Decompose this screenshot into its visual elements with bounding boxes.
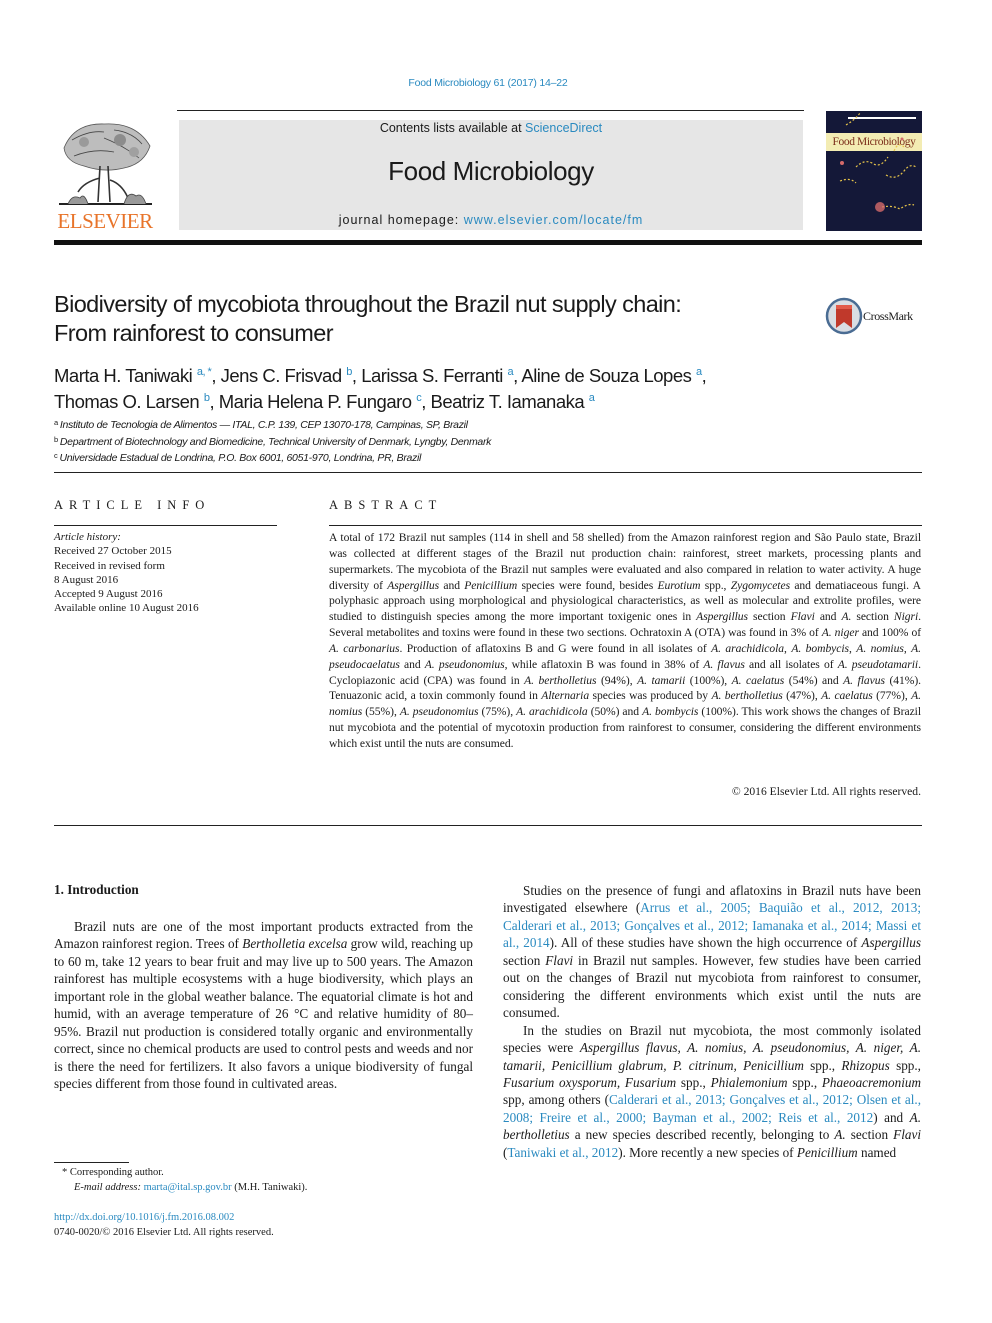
history-item: Accepted 9 August 2016 — [54, 588, 163, 601]
author-line-2: Thomas O. Larsen b, Maria Helena P. Fung… — [54, 387, 914, 413]
citation-link[interactable]: Taniwaki et al., 2012 — [507, 1145, 618, 1160]
author-name: Beatriz T. Iamanaka — [430, 391, 585, 412]
article-title: Biodiversity of mycobiota throughout the… — [54, 290, 794, 348]
sciencedirect-link[interactable]: ScienceDirect — [525, 121, 602, 135]
email-link[interactable]: marta@ital.sp.gov.br — [144, 1182, 232, 1193]
masthead: Contents lists available at ScienceDirec… — [179, 120, 803, 230]
history-item: Available online 10 August 2016 — [54, 602, 199, 615]
email-note: E-mail address: marta@ital.sp.gov.br (M.… — [74, 1182, 308, 1193]
author-name: Jens C. Frisvad — [220, 365, 343, 386]
contents-prefix: Contents lists available at — [379, 121, 526, 135]
abstract-copyright: © 2016 Elsevier Ltd. All rights reserved… — [731, 785, 921, 798]
author-separator: , — [211, 365, 221, 386]
article-info-heading: ARTICLE INFO — [54, 498, 211, 512]
author-name: Thomas O. Larsen — [54, 391, 200, 412]
abstract-rule — [329, 525, 922, 526]
history-item: Received in revised form — [54, 559, 165, 572]
journal-cover-image[interactable]: Food Microbiology — [826, 111, 922, 231]
affiliation-item: a Instituto de Tecnologia de Alimentos — … — [54, 416, 491, 433]
abstract-text: A total of 172 Brazil nut samples (114 i… — [329, 531, 922, 750]
affiliation-key: b — [54, 434, 58, 444]
corresponding-author-note: * Corresponding author. — [62, 1167, 164, 1178]
article-info-rule — [54, 525, 277, 526]
crossmark-button[interactable]: CrossMark — [825, 297, 925, 335]
author-list: Marta H. Taniwaki a, *, Jens C. Frisvad … — [54, 361, 914, 413]
affiliation-text: Universidade Estadual de Londrina, P.O. … — [59, 452, 422, 464]
journal-title: Food Microbiology — [388, 156, 594, 186]
masthead-thick-rule — [54, 240, 922, 245]
paragraph: Studies on the presence of fungi and afl… — [503, 883, 921, 1021]
affiliation-rule — [54, 472, 922, 473]
footnote-rule — [54, 1162, 129, 1163]
article-history-label: Article history: — [54, 531, 121, 543]
abstract-end-rule — [54, 825, 922, 826]
author-separator: , — [701, 365, 707, 386]
issn-line: 0740-0020/© 2016 Elsevier Ltd. All right… — [54, 1227, 274, 1238]
author-separator: , — [209, 391, 219, 412]
section-heading-introduction: 1. Introduction — [54, 882, 139, 897]
author-separator: , — [351, 365, 362, 386]
elsevier-wordmark: ELSEVIER — [57, 209, 153, 233]
journal-citation-link[interactable]: Food Microbiology 61 (2017) 14–22 — [0, 77, 976, 89]
body-column-right: Studies on the presence of fungi and afl… — [503, 882, 921, 1161]
article-title-line-2: From rainforest to consumer — [54, 320, 334, 346]
homepage-prefix: journal homepage: — [338, 213, 464, 227]
elsevier-logo[interactable]: ELSEVIER — [54, 118, 156, 234]
affiliation-key: a — [54, 418, 58, 427]
doi-link[interactable]: http://dx.doi.org/10.1016/j.fm.2016.08.0… — [54, 1212, 234, 1223]
paragraph: Brazil nuts are one of the most importan… — [54, 919, 473, 1092]
affiliations: a Instituto de Tecnologia de Alimentos — … — [54, 416, 491, 466]
author-name: Larissa S. Ferranti — [361, 365, 503, 386]
affiliation-item: c Universidade Estadual de Londrina, P.O.… — [54, 449, 491, 466]
author-affiliation-link[interactable]: a, * — [197, 366, 212, 378]
journal-homepage-link[interactable]: www.elsevier.com/locate/fm — [464, 213, 644, 227]
author-name: Maria Helena P. Fungaro — [218, 391, 412, 412]
affiliation-text: Instituto de Tecnologia de Alimentos — I… — [59, 419, 468, 431]
author-affiliation-link[interactable]: a — [589, 392, 595, 404]
author-line-1: Marta H. Taniwaki a, *, Jens C. Frisvad … — [54, 361, 914, 387]
history-item: Received 27 October 2015 — [54, 545, 172, 558]
history-item: 8 August 2016 — [54, 573, 119, 586]
article-title-line-1: Biodiversity of mycobiota throughout the… — [54, 291, 682, 317]
author-name: Aline de Souza Lopes — [521, 365, 692, 386]
journal-homepage-line: journal homepage: www.elsevier.com/locat… — [179, 213, 803, 227]
crossmark-label: CrossMark — [863, 309, 913, 323]
contents-line: Contents lists available at ScienceDirec… — [179, 121, 803, 135]
paragraph: In the studies on Brazil nut mycobiota, … — [503, 1022, 922, 1160]
affiliation-item: b Department of Biotechnology and Biomedi… — [54, 433, 491, 450]
top-rule — [177, 110, 804, 111]
abstract-heading: ABSTRACT — [329, 498, 443, 512]
elsevier-tree-icon — [59, 123, 152, 205]
body-column-left: Brazil nuts are one of the most importan… — [54, 918, 473, 1093]
doi-block: http://dx.doi.org/10.1016/j.fm.2016.08.0… — [54, 1210, 274, 1240]
author-name: Marta H. Taniwaki — [54, 365, 193, 386]
affiliation-key: c — [54, 451, 58, 460]
footnotes: * Corresponding author. E-mail address: … — [54, 1165, 307, 1195]
cover-micrograph-icon — [839, 112, 917, 212]
crossmark-icon — [825, 297, 863, 335]
article-history: Article history: Received 27 October 201… — [54, 530, 199, 616]
affiliation-text: Department of Biotechnology and Biomedic… — [59, 435, 492, 448]
